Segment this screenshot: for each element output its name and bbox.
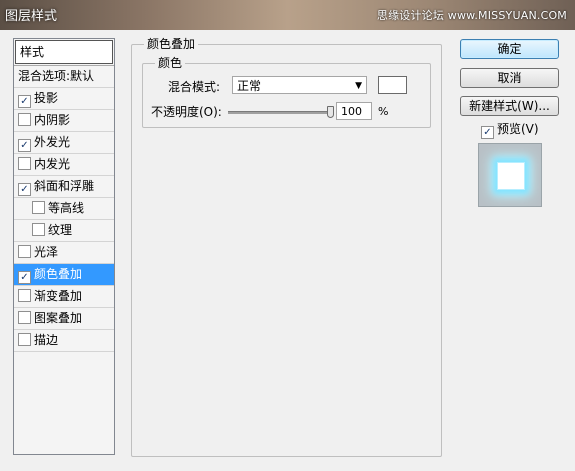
blend-options-item[interactable]: 混合选项:默认 [14, 65, 114, 88]
style-item-label: 渐变叠加 [34, 289, 83, 303]
style-item-label: 图案叠加 [34, 311, 83, 325]
style-item-label: 内发光 [34, 157, 71, 171]
opacity-slider[interactable] [228, 106, 334, 118]
style-item[interactable]: ✓ 斜面和浮雕 [14, 176, 114, 198]
style-checkbox[interactable]: ✓ [18, 183, 31, 196]
color-subgroup-title: 颜色 [155, 56, 186, 70]
blend-mode-label: 混合模式: [168, 80, 221, 94]
style-checkbox[interactable] [32, 223, 45, 236]
blend-mode-select[interactable]: 正常 ▼ [232, 76, 367, 94]
style-checkbox[interactable] [18, 113, 31, 126]
overlay-color-swatch[interactable] [378, 76, 407, 94]
color-subgroup: 颜色 混合模式: 正常 ▼ 不透明度(O): 100 % [142, 56, 431, 128]
style-item-label: 内阴影 [34, 113, 71, 127]
style-item-label: 等高线 [48, 201, 85, 215]
style-item[interactable]: 光泽 [14, 242, 114, 264]
style-checkbox[interactable]: ✓ [18, 95, 31, 108]
preview-checkbox-box[interactable]: ✓ [481, 126, 494, 139]
style-item-label: 外发光 [34, 135, 71, 149]
color-overlay-panel: 颜色叠加 颜色 混合模式: 正常 ▼ 不透明度(O): 100 % [131, 37, 442, 457]
style-item[interactable]: 描边 [14, 330, 114, 352]
style-item-label: 纹理 [48, 223, 73, 237]
layer-style-dialog: 图层样式 思缘设计论坛 www.MISSYUAN.COM 样式 混合选项:默认 … [0, 0, 575, 471]
preview-thumbnail [497, 162, 525, 190]
opacity-slider-thumb[interactable] [327, 106, 334, 118]
style-checkbox[interactable] [18, 311, 31, 324]
chevron-down-icon: ▼ [355, 81, 362, 91]
style-item[interactable]: 内阴影 [14, 110, 114, 132]
style-item[interactable]: 图案叠加 [14, 308, 114, 330]
cancel-button[interactable]: 取消 [460, 68, 559, 88]
style-checkbox[interactable] [18, 157, 31, 170]
style-item-label: 描边 [34, 333, 59, 347]
style-item[interactable]: ✓ 颜色叠加 [14, 264, 114, 286]
styles-header[interactable]: 样式 [15, 40, 113, 64]
preview-checkbox[interactable]: ✓ 预览(V) [481, 122, 539, 139]
new-style-button[interactable]: 新建样式(W)... [460, 96, 559, 116]
style-item[interactable]: ✓ 外发光 [14, 132, 114, 154]
style-item-label: 光泽 [34, 245, 59, 259]
style-checkbox[interactable]: ✓ [18, 271, 31, 284]
styles-list: 样式 混合选项:默认 ✓ 投影 内阴影 ✓ 外发光 内发光 ✓ 斜面和浮雕 等高线 纹理 光泽 ✓ 颜色… [13, 38, 115, 455]
style-item-label: 投影 [34, 91, 59, 105]
style-checkbox[interactable] [32, 201, 45, 214]
window-title: 图层样式 [5, 9, 58, 24]
color-overlay-title: 颜色叠加 [144, 37, 199, 51]
style-item-label: 斜面和浮雕 [34, 179, 95, 193]
preview-label: 预览(V) [497, 122, 539, 136]
style-item[interactable]: 纹理 [14, 220, 114, 242]
style-item[interactable]: ✓ 投影 [14, 88, 114, 110]
style-checkbox[interactable] [18, 289, 31, 302]
style-preview [478, 143, 542, 207]
style-item[interactable]: 内发光 [14, 154, 114, 176]
ok-button[interactable]: 确定 [460, 39, 559, 59]
style-checkbox[interactable] [18, 333, 31, 346]
style-item[interactable]: 渐变叠加 [14, 286, 114, 308]
opacity-label: 不透明度(O): [151, 105, 222, 119]
opacity-unit: % [378, 105, 389, 118]
blend-mode-value: 正常 [237, 79, 262, 93]
watermark: 思缘设计论坛 www.MISSYUAN.COM [376, 9, 567, 22]
style-checkbox[interactable]: ✓ [18, 139, 31, 152]
title-bar[interactable]: 图层样式 思缘设计论坛 www.MISSYUAN.COM [0, 0, 575, 30]
style-item-label: 颜色叠加 [34, 267, 83, 281]
style-item[interactable]: 等高线 [14, 198, 114, 220]
opacity-input[interactable]: 100 [336, 102, 372, 120]
style-checkbox[interactable] [18, 245, 31, 258]
